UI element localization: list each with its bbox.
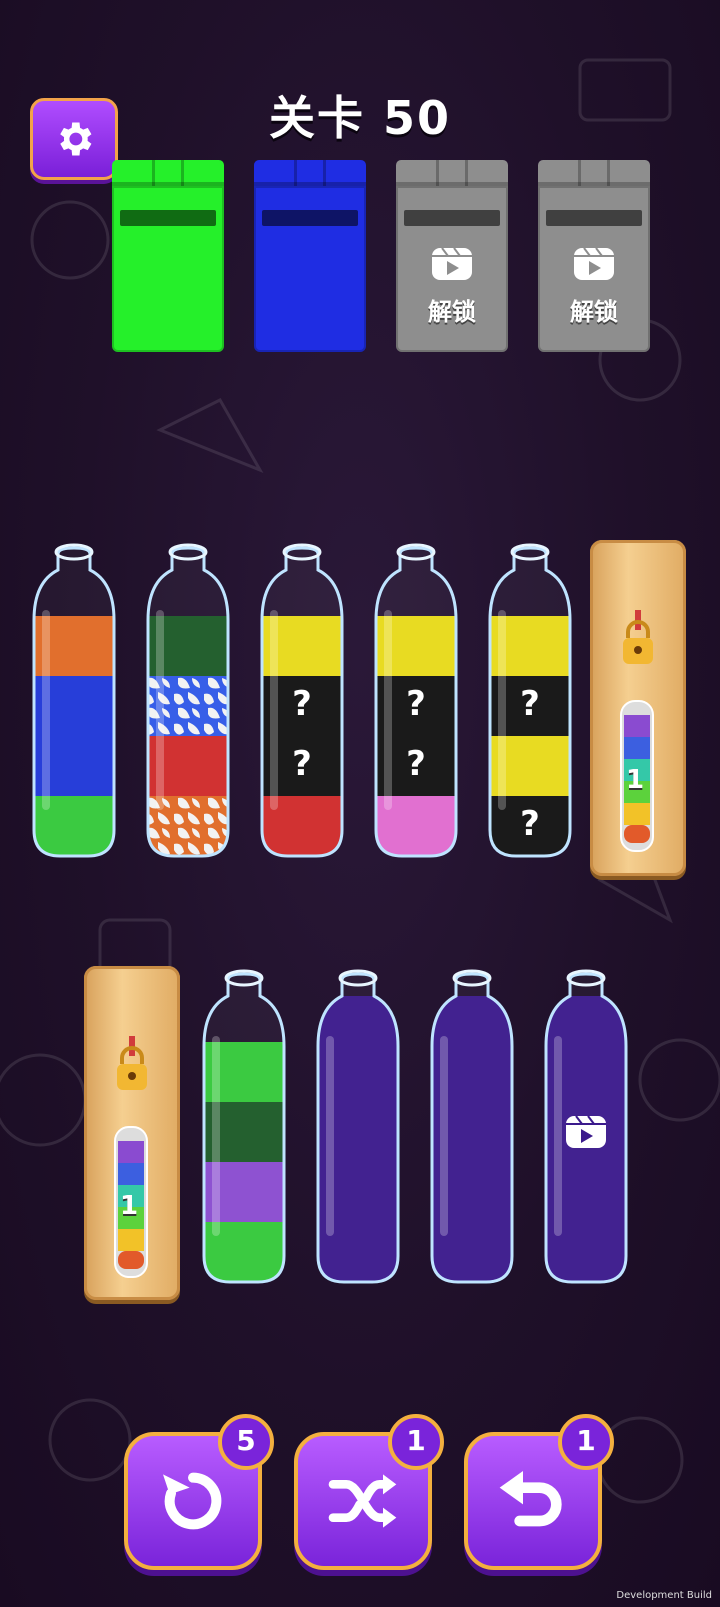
unlock-label: 解锁 [570,298,618,326]
hidden-layer-mark: ? [520,804,540,844]
padlock-icon [117,1036,147,1090]
settings-button[interactable] [30,98,118,180]
undo-count-badge: 1 [558,1414,614,1470]
hidden-layer-mark: ? [292,744,312,784]
undo-button[interactable]: 1 [464,1414,614,1570]
locked-tube-count: 1 [120,1191,139,1221]
video-icon [574,247,614,280]
hidden-layer-mark: ? [406,744,426,784]
locked-tube-slot[interactable]: 1 [590,540,686,876]
restart-count-badge: 5 [218,1414,274,1470]
row1-tube-5[interactable]: ?? [484,540,576,866]
hidden-layer-mark: ? [406,684,426,724]
locked-color-box[interactable]: 解锁 [538,160,650,352]
undo-icon [499,1471,562,1527]
row1-tube-2[interactable] [142,540,234,866]
color-box [254,160,366,352]
shuffle-icon [328,1474,397,1528]
development-build-label: Development Build [616,1590,712,1601]
locked-tube-count: 1 [626,765,645,795]
locked-color-box[interactable]: 解锁 [396,160,508,352]
row2-tube-4[interactable] [540,966,632,1292]
shuffle-button[interactable]: 1 [294,1414,444,1570]
video-unlock-icon [566,1115,606,1148]
restart-icon [163,1472,222,1530]
unlock-label: 解锁 [428,298,476,326]
restart-button[interactable]: 5 [124,1414,274,1570]
row1-tube-3[interactable]: ?? [256,540,348,866]
hidden-layer-mark: ? [292,684,312,724]
video-icon [432,247,472,280]
row2-tube-2[interactable] [312,966,404,1292]
padlock-icon [623,610,653,664]
locked-tube-slot-2[interactable]: 1 [84,966,180,1300]
row1-tube-1[interactable] [28,540,120,866]
hidden-layer-mark: ? [520,684,540,724]
gear-icon [60,122,92,156]
color-box [112,160,224,352]
row2-tube-1[interactable] [198,966,290,1292]
row1-tube-4[interactable]: ?? [370,540,462,866]
row2-tube-3[interactable] [426,966,518,1292]
shuffle-count-badge: 1 [388,1414,444,1470]
